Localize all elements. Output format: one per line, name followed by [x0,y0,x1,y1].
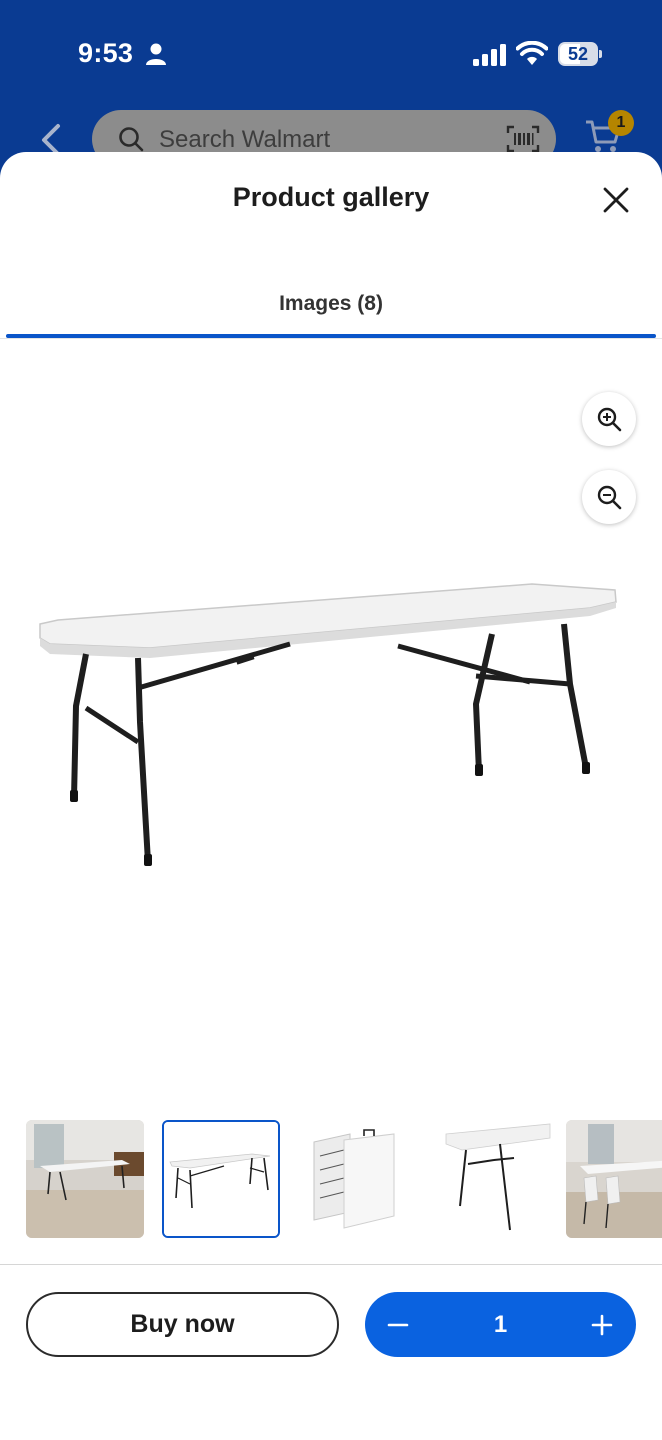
sheet-title: Product gallery [232,182,430,212]
person-icon [146,43,166,65]
buy-now-button[interactable]: Buy now [26,1292,339,1357]
zoom-in-icon [597,407,622,432]
plus-icon[interactable] [587,1310,617,1340]
battery-level: 52 [567,44,589,64]
zoom-out-button[interactable] [582,470,636,524]
wifi-icon [516,41,548,65]
search-icon [119,127,144,152]
tab-images[interactable]: Images (8) [6,286,656,338]
zoom-out-icon [597,485,622,510]
thumbnail-room-scene[interactable] [26,1120,144,1238]
quantity-stepper[interactable]: 1 [365,1292,636,1357]
cellular-signal-icon [473,44,506,66]
divider [0,1264,662,1265]
thumbnail-folded-table[interactable] [298,1120,416,1238]
barcode-scan-icon[interactable] [506,124,540,154]
tab-images-label: Images (8) [279,292,383,315]
close-icon[interactable] [598,182,634,218]
quantity-value: 1 [493,1311,508,1338]
status-time: 9:53 [78,38,134,68]
divider [0,338,662,339]
thumbnail-table-white[interactable] [162,1120,280,1238]
thumbnail-table-with-chairs[interactable] [566,1120,662,1238]
minus-icon[interactable] [383,1310,413,1340]
cart-count-badge: 1 [608,110,634,136]
battery-icon: 52 [558,42,602,66]
product-image-folding-table[interactable] [30,572,630,922]
thumbnail-strip [0,1118,662,1240]
thumbnail-table-angle[interactable] [434,1120,552,1238]
zoom-in-button[interactable] [582,392,636,446]
product-gallery-sheet: Product gallery Images (8) Buy now 1 [0,152,662,1440]
search-placeholder: Search Walmart [159,126,331,153]
